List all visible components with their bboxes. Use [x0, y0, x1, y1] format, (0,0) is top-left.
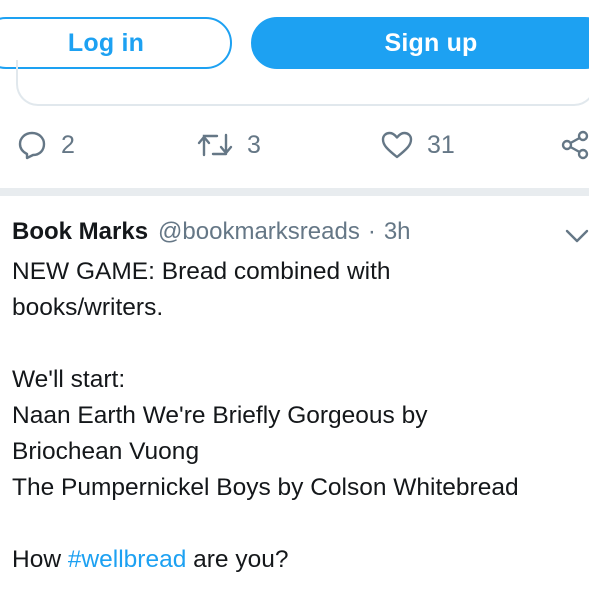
tweet-line: Briochean Vuong	[12, 438, 200, 465]
tweet-timestamp[interactable]: 3h	[384, 218, 411, 246]
author-handle[interactable]: @bookmarksreads	[158, 218, 360, 246]
tweet-line: Naan Earth We're Briefly Gorgeous by	[12, 402, 428, 429]
reply-count: 2	[61, 130, 75, 159]
tweet-header: Book Marks @bookmarksreads · 3h	[12, 218, 589, 254]
tweet-line: books/writers.	[12, 294, 164, 321]
reply-icon	[17, 130, 47, 160]
like-button[interactable]: 31	[381, 120, 455, 170]
like-count: 31	[427, 130, 455, 159]
author-name[interactable]: Book Marks	[12, 218, 148, 246]
tweet-line-last: How #wellbread are you?	[12, 542, 589, 578]
retweet-icon	[197, 130, 233, 160]
retweet-button[interactable]: 3	[197, 120, 261, 170]
share-button[interactable]	[560, 120, 589, 170]
header-separator: ·	[367, 218, 376, 245]
tweet-line: NEW GAME: Bread combined with	[12, 258, 391, 285]
tweet-line	[12, 506, 589, 542]
tweet-text-after-hashtag: are you?	[186, 546, 289, 573]
share-icon	[560, 130, 589, 160]
reply-button[interactable]: 2	[17, 120, 75, 170]
chevron-down-icon[interactable]	[565, 228, 589, 249]
hashtag-link[interactable]: #wellbread	[68, 546, 187, 573]
tweet-text-before-hashtag: How	[12, 546, 68, 573]
retweet-count: 3	[247, 130, 261, 159]
tweet[interactable]: Book Marks @bookmarksreads · 3h NEW GAME…	[12, 218, 589, 578]
tweet-text: NEW GAME: Bread combined with books/writ…	[12, 254, 589, 578]
heart-icon	[381, 130, 413, 160]
tweet-line: We'll start:	[12, 366, 126, 393]
tweet-line	[12, 326, 589, 362]
embedded-card[interactable]	[16, 60, 589, 106]
tweet-line: The Pumpernickel Boys by Colson Whitebre…	[12, 474, 519, 501]
tweet-divider	[0, 188, 589, 196]
tweet-actions: 2 3 31	[0, 120, 589, 170]
